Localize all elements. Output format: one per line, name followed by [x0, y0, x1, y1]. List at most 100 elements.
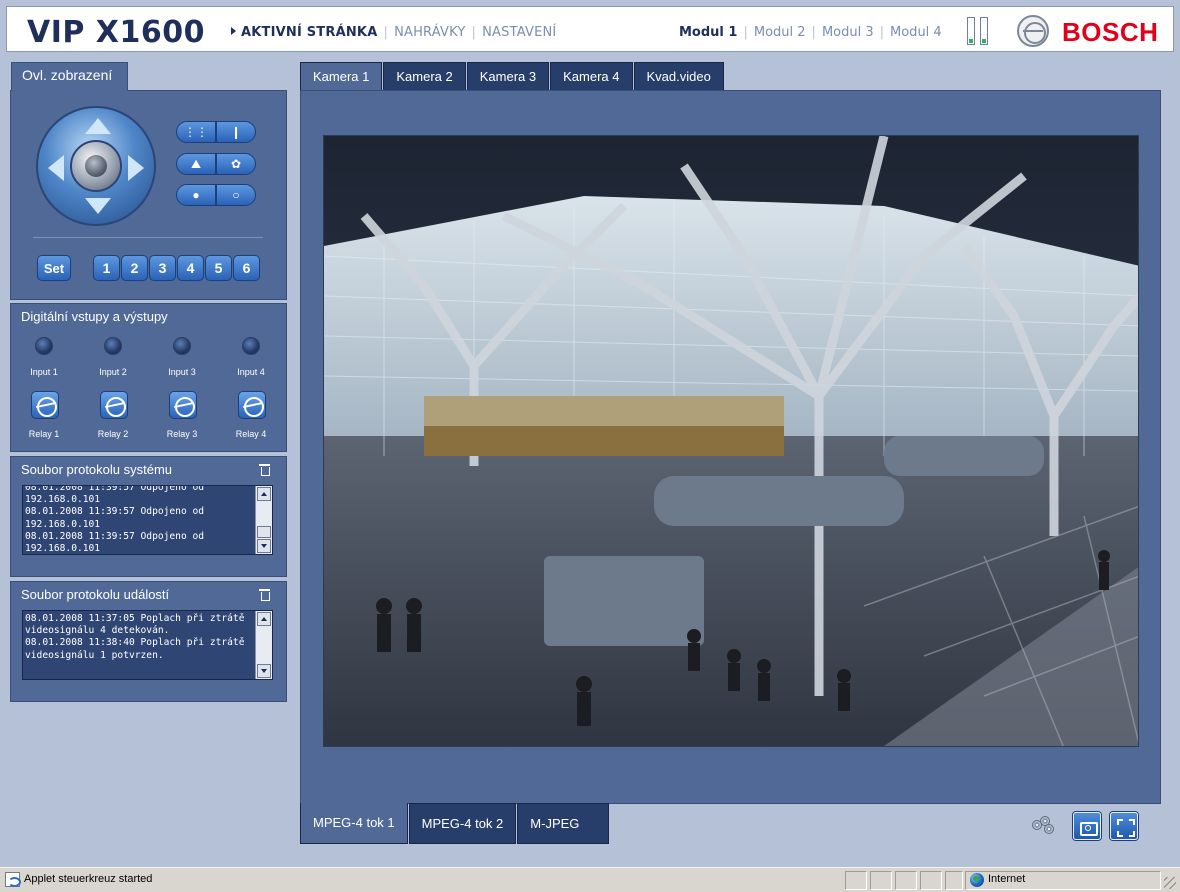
relay-4-label: Relay 4 — [235, 429, 267, 439]
pan-down-icon[interactable] — [85, 198, 111, 214]
ptz-dial[interactable] — [36, 106, 156, 226]
status-bar: Applet steuerkreuz started Internet — [0, 867, 1180, 892]
status-text: Applet steuerkreuz started — [24, 873, 153, 885]
module-4-link[interactable]: Modul 4 — [890, 25, 942, 40]
status-cell — [945, 871, 963, 890]
status-cell — [845, 871, 867, 890]
iris-close-button[interactable]: ● — [176, 184, 216, 206]
snapshot-icon[interactable] — [1073, 812, 1101, 840]
input-2-label: Input 2 — [99, 367, 127, 377]
nav-recordings[interactable]: NAHRÁVKY — [394, 25, 465, 40]
preset-5-button[interactable]: 5 — [205, 255, 232, 281]
status-cell — [895, 871, 917, 890]
preset-3-button[interactable]: 3 — [149, 255, 176, 281]
relay-3-button[interactable] — [169, 391, 197, 419]
input-3-label: Input 3 — [168, 367, 196, 377]
scroll-down-icon[interactable] — [257, 539, 271, 553]
live-video[interactable] — [323, 135, 1139, 747]
event-log-panel: Soubor protokolu událostí 08.01.2008 11:… — [10, 581, 287, 702]
status-cell — [870, 871, 892, 890]
input-4-led-icon — [242, 337, 260, 355]
tab-stream-2[interactable]: MPEG-4 tok 2 — [408, 803, 517, 844]
scroll-up-icon[interactable] — [257, 612, 271, 626]
globe-icon — [970, 873, 984, 887]
event-log-scrollbar[interactable] — [255, 611, 272, 679]
iris-open-button[interactable]: ○ — [216, 184, 256, 206]
tab-view-control[interactable]: Ovl. zobrazení — [11, 62, 128, 91]
focus-near-icon: ✿ — [230, 157, 242, 171]
iris-open-icon: ○ — [232, 188, 240, 202]
relay-4-button[interactable] — [238, 391, 266, 419]
event-log-text: 08.01.2008 11:37:05 Poplach při ztrátě v… — [25, 613, 245, 661]
tab-stream-mjpeg[interactable]: M-JPEG — [517, 803, 610, 844]
bosch-emblem-icon — [1017, 15, 1049, 47]
camera-frame — [300, 90, 1161, 804]
relay-2-label: Relay 2 — [97, 429, 129, 439]
pan-right-icon[interactable] — [128, 155, 144, 181]
event-log-textarea[interactable]: 08.01.2008 11:37:05 Poplach při ztrátě v… — [22, 610, 273, 680]
zoom-in-icon: ❙ — [230, 125, 242, 139]
module-3-link[interactable]: Modul 3 — [822, 25, 874, 40]
tab-camera-3[interactable]: Kamera 3 — [466, 62, 550, 91]
tab-camera-4[interactable]: Kamera 4 — [550, 62, 633, 91]
focus-far-icon: ⛰ — [190, 156, 202, 171]
nav-live-page[interactable]: AKTIVNÍ STRÁNKA — [241, 25, 377, 40]
divider — [33, 237, 263, 238]
relay-1-button[interactable] — [31, 391, 59, 419]
ptz-center-icon[interactable] — [70, 140, 122, 192]
system-log-panel: Soubor protokolu systému 08.01.2008 11:3… — [10, 456, 287, 577]
camera-tabs: Kamera 1 Kamera 2 Kamera 3 Kamera 4 Kvad… — [300, 62, 725, 92]
tab-stream-1[interactable]: MPEG-4 tok 1 — [300, 803, 408, 844]
security-zone-label: Internet — [988, 873, 1026, 885]
preset-2-button[interactable]: 2 — [121, 255, 148, 281]
digital-io-panel: Digitální vstupy a výstupy Input 1 Input… — [10, 303, 287, 452]
scroll-thumb[interactable] — [257, 526, 271, 538]
system-log-title: Soubor protokolu systému — [21, 462, 173, 477]
ie-page-icon — [5, 872, 21, 887]
record-icon[interactable] — [1030, 814, 1058, 842]
set-preset-button[interactable]: Set — [37, 255, 71, 281]
nav-settings[interactable]: NASTAVENÍ — [482, 25, 556, 40]
module-1-link[interactable]: Modul 1 — [679, 25, 737, 40]
fullscreen-icon[interactable] — [1110, 812, 1138, 840]
input-1-label: Input 1 — [30, 367, 58, 377]
live-video-image — [324, 136, 1138, 746]
bosch-logo: BOSCH — [1062, 17, 1159, 47]
event-log-title: Soubor protokolu událostí — [21, 587, 170, 602]
input-4-label: Input 4 — [237, 367, 265, 377]
resize-grip-icon[interactable] — [1164, 877, 1176, 889]
zoom-out-button[interactable]: ⋮⋮ — [176, 121, 216, 143]
preset-6-button[interactable]: 6 — [233, 255, 260, 281]
app-title: VIP X1600 — [27, 15, 205, 50]
ptz-panel: ⋮⋮ ❙ ⛰ ✿ ● ○ Set 1 2 3 4 5 6 — [10, 90, 287, 300]
system-log-textarea[interactable]: 08.01.2008 11:39:57 Odpojeno od 192.168.… — [22, 485, 273, 555]
preset-1-button[interactable]: 1 — [93, 255, 120, 281]
relay-3-label: Relay 3 — [166, 429, 198, 439]
module-nav: Modul 1 | Modul 2 | Modul 3 | Modul 4 — [679, 25, 942, 40]
input-3-led-icon — [173, 337, 191, 355]
scroll-up-icon[interactable] — [257, 487, 271, 501]
main-nav: AKTIVNÍ STRÁNKA | NAHRÁVKY | NASTAVENÍ — [231, 25, 556, 40]
tab-camera-2[interactable]: Kamera 2 — [383, 62, 466, 91]
tab-camera-1[interactable]: Kamera 1 — [300, 62, 383, 92]
stream-tabs: MPEG-4 tok 1 MPEG-4 tok 2 M-JPEG — [300, 803, 610, 845]
zoom-in-button[interactable]: ❙ — [216, 121, 256, 143]
module-2-link[interactable]: Modul 2 — [754, 25, 806, 40]
scroll-down-icon[interactable] — [257, 664, 271, 678]
tab-quad-video[interactable]: Kvad.video — [633, 62, 724, 91]
focus-far-button[interactable]: ⛰ — [176, 153, 216, 175]
system-log-scrollbar[interactable] — [255, 486, 272, 554]
io-panel-title: Digitální vstupy a výstupy — [21, 309, 168, 324]
preset-4-button[interactable]: 4 — [177, 255, 204, 281]
header-bar: VIP X1600 AKTIVNÍ STRÁNKA | NAHRÁVKY | NASTA… — [6, 6, 1174, 52]
trash-icon[interactable] — [259, 463, 270, 476]
status-cell — [920, 871, 942, 890]
pan-left-icon[interactable] — [48, 155, 64, 181]
input-1-led-icon — [35, 337, 53, 355]
active-arrow-icon — [231, 27, 236, 35]
iris-close-icon: ● — [192, 188, 200, 202]
relay-2-button[interactable] — [100, 391, 128, 419]
trash-icon[interactable] — [259, 588, 270, 601]
focus-near-button[interactable]: ✿ — [216, 153, 256, 175]
pan-up-icon[interactable] — [85, 118, 111, 134]
